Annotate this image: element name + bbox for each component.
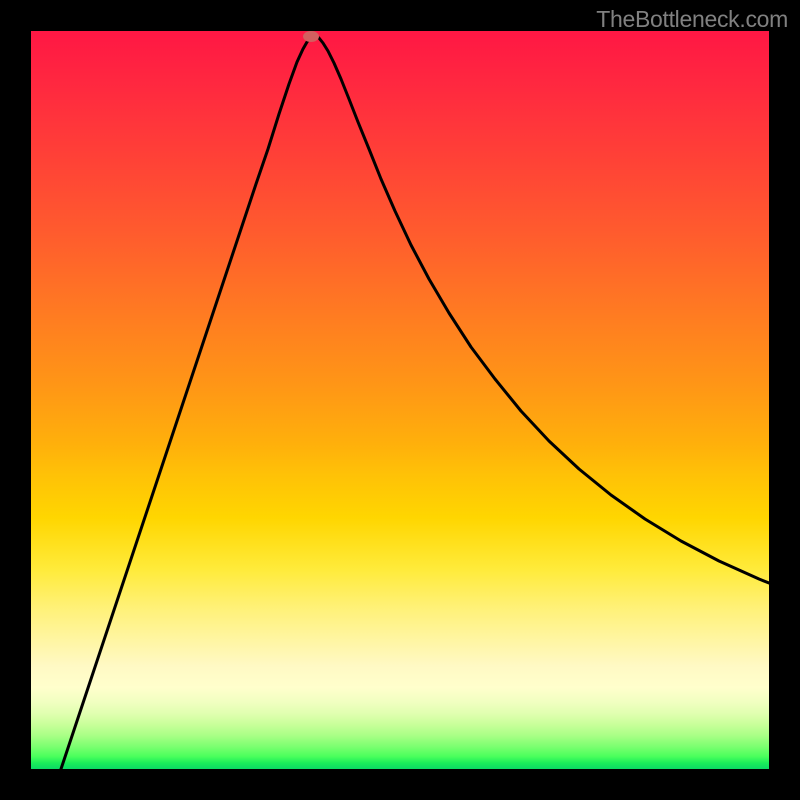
watermark-text: TheBottleneck.com bbox=[596, 6, 788, 33]
bottleneck-curve bbox=[31, 31, 769, 769]
optimal-marker bbox=[303, 31, 319, 42]
